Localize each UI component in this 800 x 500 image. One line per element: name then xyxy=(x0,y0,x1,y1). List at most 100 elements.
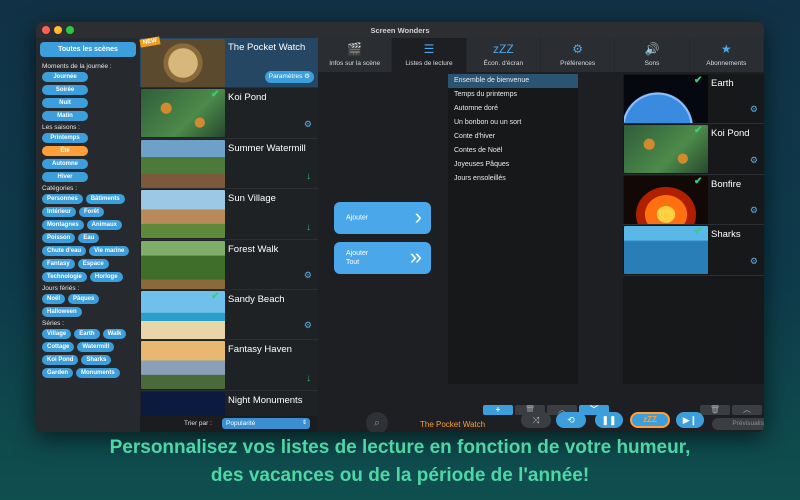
filter-chip[interactable]: Horloge xyxy=(89,272,123,282)
gear-icon[interactable]: ⚙ xyxy=(750,256,758,267)
gear-icon[interactable]: ⚙ xyxy=(304,119,312,130)
shuffle-icon[interactable]: ⤨ xyxy=(521,412,551,428)
add-button-label: Ajouter xyxy=(346,214,369,222)
playlist-scene-row[interactable]: ✔ Bonfire ⚙ xyxy=(623,175,764,226)
filter-chip[interactable]: Poisson xyxy=(42,233,76,243)
filter-chip[interactable]: Monuments xyxy=(76,368,120,378)
scene-row[interactable]: Sun Village ↓ xyxy=(140,189,318,240)
magnifier-icon[interactable]: ⌕ xyxy=(366,412,388,432)
minimize-window-button[interactable] xyxy=(54,26,62,34)
add-button[interactable]: Ajouter › xyxy=(334,202,431,234)
scene-move-up-icon[interactable]: ︿ xyxy=(732,405,762,415)
tab-gears[interactable]: ⚙ Préférences xyxy=(541,38,616,72)
scene-row[interactable]: NEW The Pocket Watch Paramètres ⚙ xyxy=(139,36,318,89)
playlist-scene-row[interactable]: ✔ Earth ⚙ xyxy=(623,74,764,125)
scene-row[interactable]: ✔ Sandy Beach ⚙ xyxy=(140,290,318,341)
playlist-scene-row[interactable]: ✔ Sharks ⚙ xyxy=(623,225,764,276)
tab-screensaver[interactable]: zZZ Écon. d'écran xyxy=(467,38,541,72)
filter-chip[interactable]: Technologie xyxy=(42,272,87,282)
preview-button[interactable]: Prévisualiser xyxy=(712,418,764,430)
filter-chip[interactable]: Matin xyxy=(42,111,88,121)
filter-chip[interactable]: Bâtiments xyxy=(85,194,125,204)
filter-chip[interactable]: Watermill xyxy=(77,342,115,352)
filter-chip[interactable]: Forêt xyxy=(79,207,105,217)
filter-chip[interactable]: Fantasy xyxy=(42,259,75,269)
playlist-list[interactable]: Ensemble de bienvenue Temps du printemps A… xyxy=(448,74,578,384)
filter-chip[interactable]: Eau xyxy=(78,233,100,243)
tab-film-reel[interactable]: 🎬 Infos sur la scène xyxy=(318,38,393,72)
playlist-item[interactable]: Contes de Noël xyxy=(448,144,578,158)
add-playlist-button[interactable]: + xyxy=(483,405,513,415)
add-all-button[interactable]: Ajouter Tout » xyxy=(334,242,431,274)
playlist-item[interactable]: Joyeuses Pâques xyxy=(448,158,578,172)
filter-chip[interactable]: Soirée xyxy=(42,85,88,95)
download-arrow-icon[interactable]: ↓ xyxy=(306,222,311,233)
download-arrow-icon[interactable]: ↓ xyxy=(306,171,311,182)
scene-settings-button[interactable]: Paramètres ⚙ xyxy=(264,71,314,84)
gear-icon[interactable]: ⚙ xyxy=(304,270,312,281)
playlist-item[interactable]: Conte d'hiver xyxy=(448,130,578,144)
scene-thumbnail xyxy=(141,190,225,239)
gear-icon[interactable]: ⚙ xyxy=(304,320,312,331)
tab-list[interactable]: ☰ Listes de lecture xyxy=(392,38,467,72)
filter-chip-group: Village Earth Walk Cottage Watermill Koi Pond… xyxy=(40,329,136,378)
scene-row[interactable]: ✔ Koi Pond ⚙ xyxy=(140,88,318,139)
playlist-item[interactable]: Jours ensoleillés xyxy=(448,172,578,186)
scene-title: Summer Watermill xyxy=(228,142,306,154)
filter-chip[interactable]: Village xyxy=(42,329,72,339)
filter-chip[interactable]: Printemps xyxy=(42,133,88,143)
scene-thumbnail xyxy=(141,139,225,188)
filter-chip[interactable]: Hiver xyxy=(42,172,88,182)
gear-icon[interactable]: ⚙ xyxy=(750,155,758,166)
filter-chip[interactable]: Earth xyxy=(74,329,100,339)
gear-icon[interactable]: ⚙ xyxy=(750,205,758,216)
filter-chip[interactable]: Vie marine xyxy=(89,246,130,256)
zoom-window-button[interactable] xyxy=(66,26,74,34)
sort-select[interactable]: Popularité ⇕ xyxy=(222,418,310,429)
playlist-panel: Ajouter › Ajouter Tout » Ensemble de bie… xyxy=(318,72,764,416)
playlist-item[interactable]: Temps du printemps xyxy=(448,88,578,102)
scene-row[interactable]: Summer Watermill ↓ xyxy=(140,139,318,190)
scene-list[interactable]: NEW The Pocket Watch Paramètres ⚙ ✔ Koi Pond… xyxy=(139,36,318,432)
playlist-item[interactable]: Automne doré xyxy=(448,102,578,116)
playlist-item[interactable]: Un bonbon ou un sort xyxy=(448,116,578,130)
filter-chip[interactable]: Espace xyxy=(77,259,109,269)
filter-chip[interactable]: Automne xyxy=(42,159,88,169)
filter-chip[interactable]: Animaux xyxy=(86,220,123,230)
filter-chip[interactable]: Journée xyxy=(42,72,88,82)
filter-chip[interactable]: Halloween xyxy=(42,307,82,317)
remove-scene-icon[interactable]: 🗑 xyxy=(700,405,730,415)
filter-chip[interactable]: Noël xyxy=(42,294,66,304)
all-scenes-button[interactable]: Toutes les scènes xyxy=(40,42,136,57)
filter-chip[interactable]: Koi Pond xyxy=(42,355,79,365)
filter-chip[interactable]: Personnes xyxy=(42,194,83,204)
pause-icon[interactable]: ❚❚ xyxy=(595,412,623,428)
filter-chip[interactable]: Été xyxy=(42,146,88,156)
filter-chip[interactable]: Pâques xyxy=(68,294,100,304)
filter-chip[interactable]: Garden xyxy=(42,368,74,378)
playlist-scene-row[interactable]: ✔ Koi Pond ⚙ xyxy=(623,124,764,175)
filter-section-label: Moments de la journée : xyxy=(42,63,112,70)
filter-chip[interactable]: Chute d'eau xyxy=(42,246,87,256)
scene-row[interactable]: Forest Walk ⚙ xyxy=(140,240,318,290)
filter-chip[interactable]: Intérieur xyxy=(42,207,77,217)
filter-chip[interactable]: Nuit xyxy=(42,98,88,108)
filter-chip[interactable]: Walk xyxy=(102,329,127,339)
filter-chip[interactable]: Montagnes xyxy=(42,220,84,230)
playlist-scene-list[interactable]: ✔ Earth ⚙ ✔ Koi Pond ⚙ ✔ Bonfire ⚙ ✔ Sharks ⚙ xyxy=(623,74,764,384)
scene-row[interactable]: Fantasy Haven ↓ xyxy=(140,340,318,391)
scene-thumbnail xyxy=(141,341,225,390)
filter-chip[interactable]: Sharks xyxy=(81,355,112,365)
download-arrow-icon[interactable]: ↓ xyxy=(306,373,311,384)
double-chevron-right-icon: » xyxy=(409,244,422,269)
close-window-button[interactable] xyxy=(42,26,50,34)
playlist-item[interactable]: Ensemble de bienvenue xyxy=(448,74,578,88)
tab-speaker[interactable]: 🔊 Sons xyxy=(615,38,690,72)
tab-star[interactable]: ★ Abonnements xyxy=(690,38,764,72)
next-scene-icon[interactable]: ▶❙ xyxy=(676,412,704,428)
gear-icon[interactable]: ⚙ xyxy=(750,104,758,115)
filter-chip[interactable]: Cottage xyxy=(42,342,75,352)
add-all-line1: Ajouter xyxy=(346,250,369,257)
repeat-icon[interactable]: ⟲ xyxy=(556,412,586,428)
sleep-button[interactable]: zZZ xyxy=(630,412,670,428)
